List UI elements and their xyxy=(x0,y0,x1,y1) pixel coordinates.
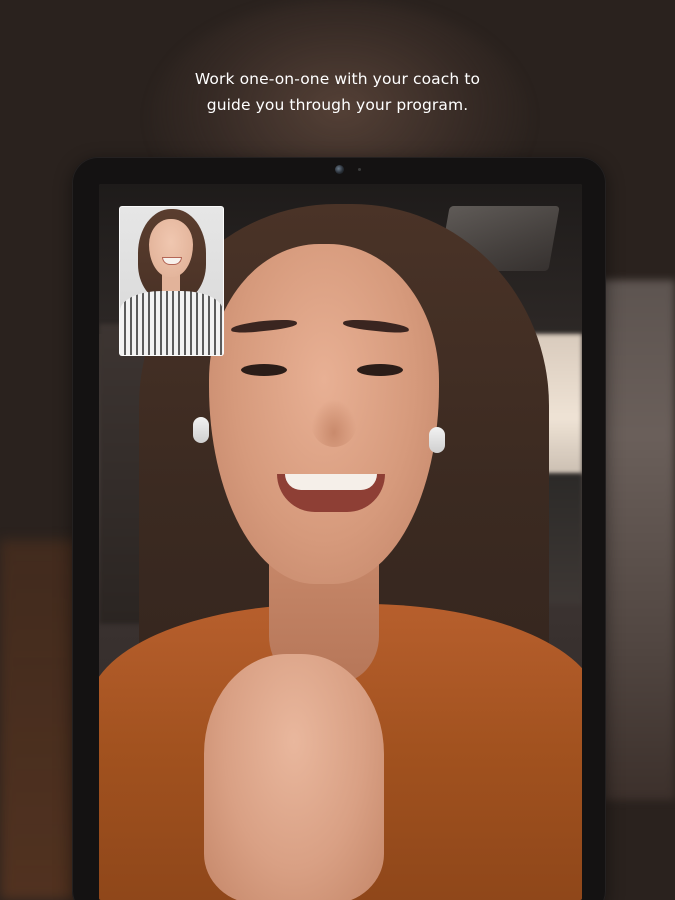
background-blur-left xyxy=(0,540,80,900)
earbud-right xyxy=(429,427,445,453)
participant-eye-right xyxy=(357,364,403,376)
tablet-device xyxy=(72,157,606,900)
headline-line-1: Work one-on-one with your coach to xyxy=(194,70,481,88)
participant-nose xyxy=(311,399,357,447)
video-call-screen xyxy=(99,184,582,900)
sensor-dot xyxy=(358,168,361,171)
participant-eye-left xyxy=(241,364,287,376)
promo-screen: Work one-on-one with your coach to guide… xyxy=(0,0,675,900)
headline: Work one-on-one with your coach to guide… xyxy=(0,66,675,118)
coach-face xyxy=(149,219,193,277)
background-blur-right xyxy=(600,280,675,800)
camera-icon xyxy=(335,165,344,174)
coach-pip-video[interactable] xyxy=(119,206,224,356)
participant-teeth xyxy=(285,474,377,490)
coach-shirt xyxy=(120,291,223,355)
participant-hands xyxy=(204,654,384,900)
headline-line-2: guide you through your program. xyxy=(206,96,469,114)
earbud-left xyxy=(193,417,209,443)
